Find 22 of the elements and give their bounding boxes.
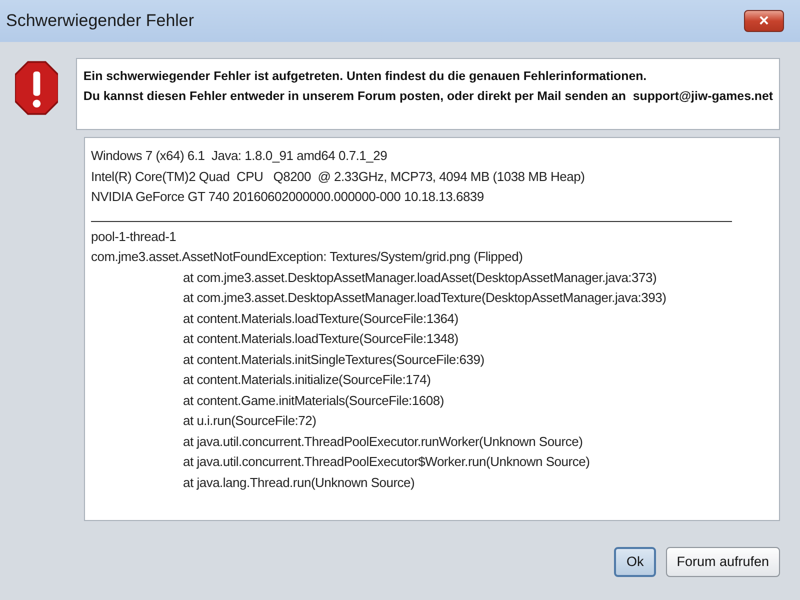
stack-frame-line: at content.Materials.initSingleTextures(SourceFile:639)	[182, 350, 486, 369]
exception-text: com.jme3.asset.AssetNotFoundException: Textures/System/grid.png (Flipped)	[91, 248, 524, 266]
close-button[interactable]: ×	[744, 10, 784, 32]
message-text: Ein schwerwiegender Fehler ist aufgetreten. Unten findest du die genauen Fehlerinformationen.	[83, 68, 648, 85]
message-text: Du kannst diesen Fehler entweder in unserem Forum posten, oder direkt per Mail senden an support@jiw-games.net	[83, 88, 773, 105]
stack-frame-line: at content.Materials.loadTexture(SourceFile:1348)	[182, 330, 460, 348]
stack-frame-line: at java.util.concurrent.ThreadPoolExecutor$Worker.run(Unknown Source)	[182, 453, 591, 471]
system-info-line: Windows 7 (x64) 6.1 Java: 1.8.0_91 amd64 0.7.1_29	[91, 147, 388, 165]
stack-frame-line: at com.jme3.asset.DesktopAssetManager.loadTexture(DesktopAssetManager.java:393)	[182, 289, 668, 307]
stack-frame-line: at java.util.concurrent.ThreadPoolExecutor.runWorker(Unknown Source)	[182, 432, 584, 451]
stack-frame-line: at content.Materials.loadTexture(SourceFile:1364)	[182, 310, 460, 328]
system-info-line: NVIDIA GeForce GT 740 20160602000000.000000-000 10.18.13.6839	[91, 188, 485, 206]
dialog-button[interactable]: Ok	[614, 547, 656, 577]
dialog-button[interactable]: Forum aufrufen	[666, 547, 780, 577]
stack-frame-line: at u.i.run(SourceFile:72)	[182, 412, 318, 430]
window-title: Schwerwiegender Fehler	[6, 10, 194, 32]
stack-frame-line: at com.jme3.asset.DesktopAssetManager.loadAsset(DesktopAssetManager.java:373)	[182, 268, 658, 287]
stack-frame-line: at java.lang.Thread.run(Unknown Source)	[182, 474, 416, 492]
stack-frame-line: at content.Materials.initialize(SourceFile:174)	[182, 371, 432, 389]
stack-frame-line: at content.Game.initMaterials(SourceFile:1608)	[182, 392, 445, 410]
thread-name: pool-1-thread-1	[91, 228, 178, 246]
system-info-line: Intel(R) Core(TM)2 Quad CPU Q8200 @ 2.33GHz, MCP73, 4094 MB (1038 MB Heap)	[91, 168, 586, 186]
